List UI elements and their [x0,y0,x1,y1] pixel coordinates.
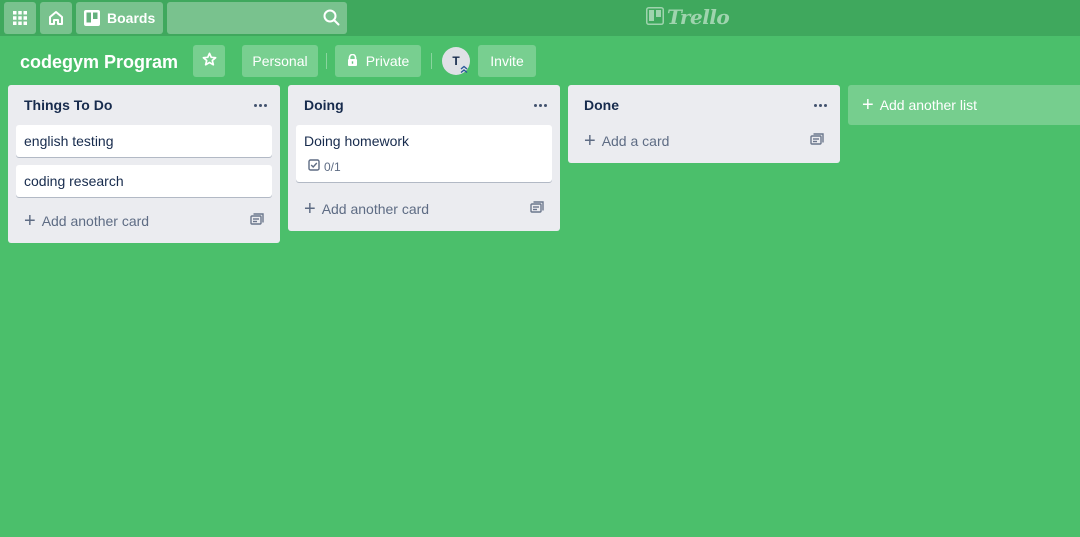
private-label: Private [365,53,410,69]
card-template-icon[interactable] [530,201,546,217]
add-card-label: Add another card [41,213,150,229]
card-template-icon[interactable] [250,213,266,229]
plus-icon: + [862,94,874,116]
lock-icon [347,53,358,69]
more-icon[interactable] [812,97,828,113]
search-input[interactable] [167,2,347,34]
invite-button[interactable]: Invite [478,45,536,77]
privacy-button[interactable]: Private [335,45,421,77]
trello-logo-text: Trello [667,5,730,29]
home-icon [48,10,64,26]
card[interactable]: coding research [16,165,272,197]
checklist-icon [308,159,320,174]
board-title[interactable]: codegym Program [20,50,178,74]
star-button[interactable] [193,45,225,77]
grid-icon [13,11,27,25]
trello-logo[interactable]: Trello [646,5,730,29]
add-card-button[interactable]: + Add a card [584,131,669,151]
search-icon[interactable] [323,9,340,29]
boards-button[interactable]: Boards [76,2,163,34]
card-title: english testing [24,133,114,149]
home-button[interactable] [40,2,72,34]
divider [326,53,327,69]
boards-label: Boards [107,10,156,26]
plus-icon: + [304,198,316,220]
add-card-button[interactable]: + Add another card [304,199,429,219]
personal-label: Personal [252,53,308,69]
add-list-label: Add another list [879,97,977,113]
list-title[interactable]: Doing [304,97,344,113]
card[interactable]: english testing [16,125,272,157]
star-icon [202,52,217,70]
list-title[interactable]: Done [584,97,619,113]
top-header: Boards Trello [0,0,1080,36]
add-card-label: Add a card [601,133,670,149]
more-icon[interactable] [532,97,548,113]
invite-label: Invite [490,53,524,69]
admin-chevron-icon [458,63,470,75]
add-card-label: Add another card [321,201,430,217]
list-done: Done + Add a card [568,85,840,163]
add-list-button[interactable]: + Add another list [848,85,1080,125]
card-template-icon[interactable] [810,133,826,149]
boards-icon [84,10,100,26]
trello-logo-icon [646,6,664,28]
card[interactable]: Doing homework 0/1 [296,125,552,182]
more-icon[interactable] [252,97,268,113]
list-things-to-do: Things To Do english testing coding rese… [8,85,280,243]
card-title: Doing homework [304,133,410,149]
plus-icon: + [24,210,36,232]
divider [431,53,432,69]
plus-icon: + [584,130,596,152]
checklist-count: 0/1 [324,159,341,174]
team-visibility-button[interactable]: Personal [242,45,318,77]
list-doing: Doing Doing homework 0/1 + Add another c… [288,85,560,231]
checklist-badge: 0/1 [304,159,544,174]
apps-button[interactable] [4,2,36,34]
card-title: coding research [24,173,124,189]
add-card-button[interactable]: + Add another card [24,211,149,231]
list-title[interactable]: Things To Do [24,97,112,113]
